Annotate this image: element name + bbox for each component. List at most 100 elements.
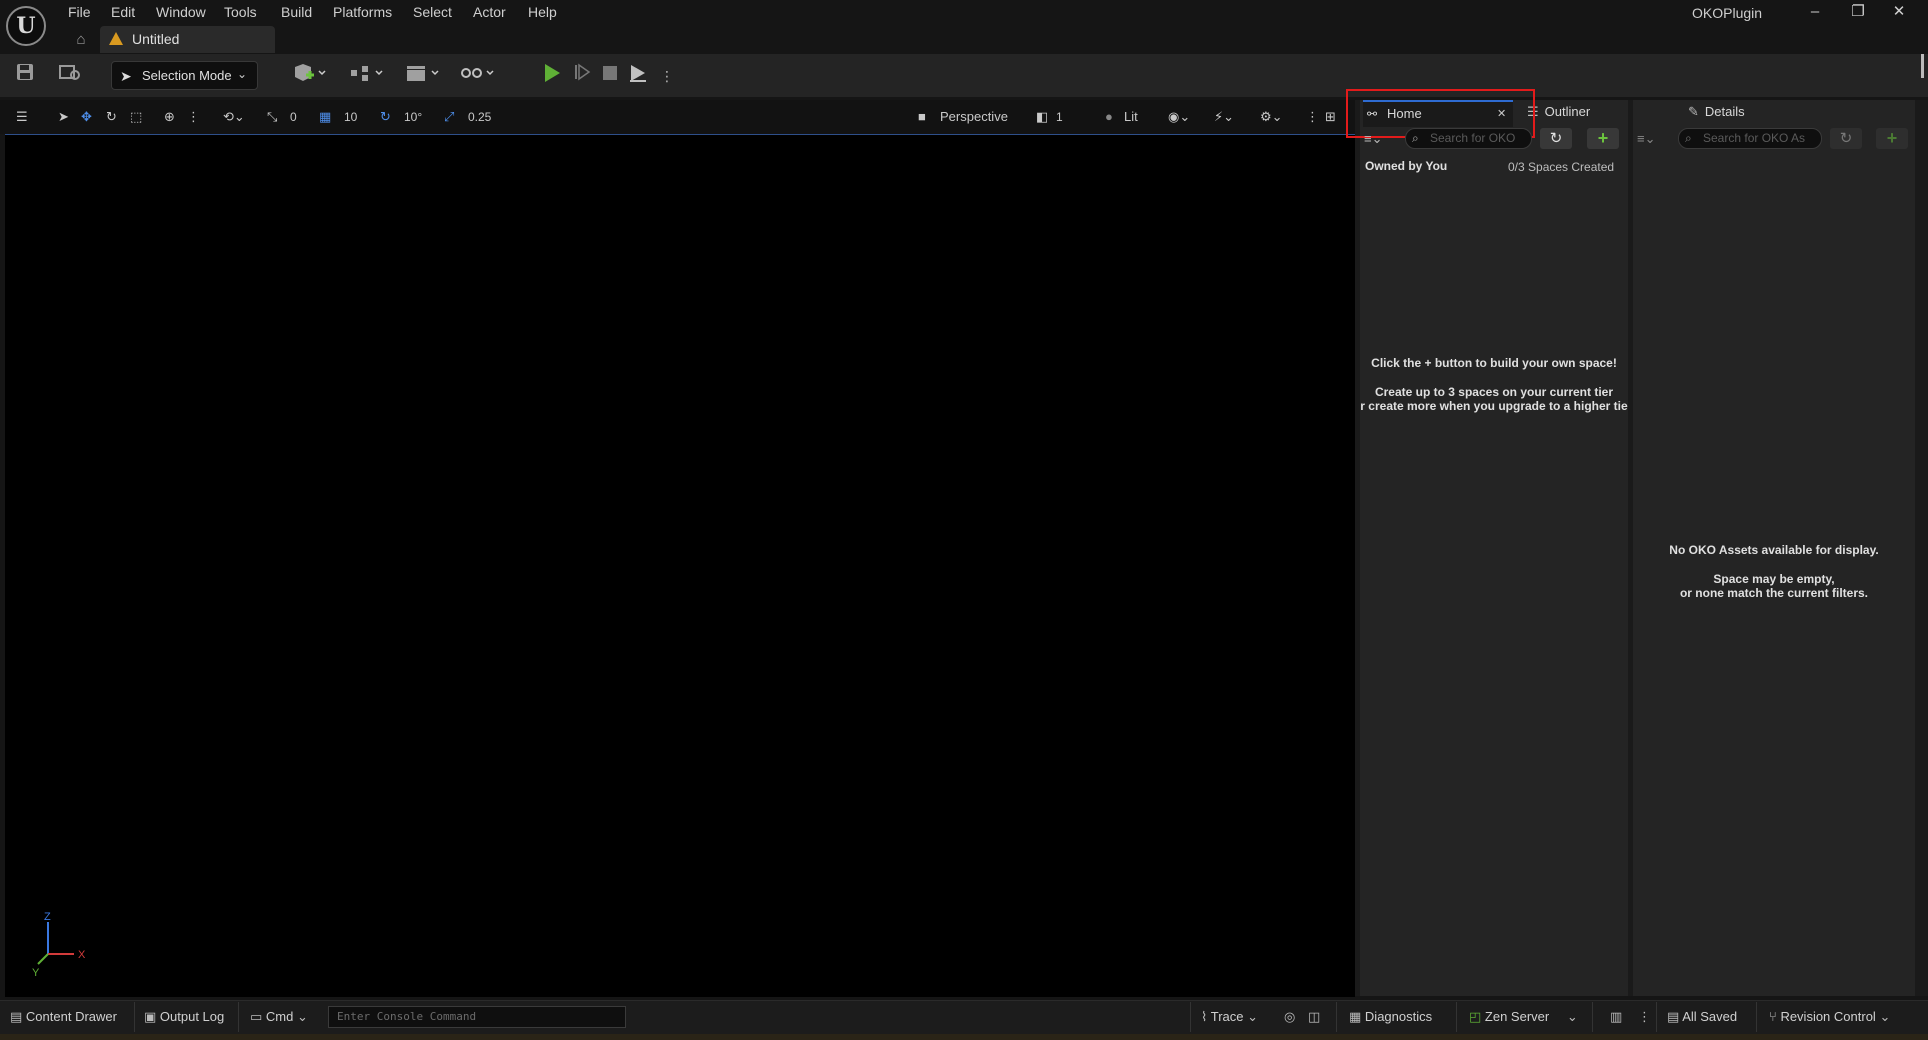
- divider: [1656, 1002, 1657, 1032]
- advance-frame-icon[interactable]: [572, 63, 592, 89]
- console-input[interactable]: Enter Console Command: [328, 1006, 626, 1028]
- blueprint-button[interactable]: [347, 63, 387, 89]
- grid-snap-value[interactable]: 10: [344, 100, 357, 134]
- transform-options-icon[interactable]: ⋮: [187, 100, 200, 134]
- scale-snap-value[interactable]: 0.25: [468, 100, 491, 134]
- divider: [1190, 1002, 1191, 1032]
- filter-icon[interactable]: ≡⌄: [1364, 128, 1396, 149]
- zen-server-dropdown[interactable]: ◰ Zen Server ⌄: [1469, 1000, 1578, 1034]
- cmd-dropdown[interactable]: ▭ Cmd ⌄: [250, 1000, 308, 1034]
- cinematics-button[interactable]: [403, 63, 443, 89]
- viewport-menu-icon[interactable]: ☰: [16, 100, 46, 134]
- camera-speed-icon[interactable]: ◧: [1036, 100, 1052, 134]
- details-search-input[interactable]: ⌕ Search for OKO As: [1678, 128, 1822, 149]
- home-icon[interactable]: ⌂: [72, 31, 90, 49]
- tab-outliner[interactable]: ☰ Outliner: [1527, 100, 1590, 124]
- tab-details[interactable]: ✎ Details: [1688, 100, 1745, 124]
- oko-plugin-button[interactable]: [458, 63, 498, 89]
- rotate-tool-icon[interactable]: ↻: [106, 100, 122, 134]
- menu-actor[interactable]: Actor: [473, 3, 506, 21]
- play-icon[interactable]: [545, 64, 560, 82]
- home-search-input[interactable]: ⌕ Search for OKO: [1405, 128, 1532, 149]
- eject-icon[interactable]: [627, 63, 649, 89]
- source-control-icon[interactable]: ▥: [1610, 1000, 1624, 1034]
- warning-icon: [109, 32, 123, 45]
- close-window-icon[interactable]: ✕: [1887, 2, 1911, 22]
- menu-platforms[interactable]: Platforms: [333, 3, 392, 21]
- view-mode-perspective[interactable]: Perspective: [940, 100, 1008, 134]
- axis-gizmo: Z X Y: [32, 912, 86, 978]
- world-space-icon[interactable]: ⊕: [164, 100, 178, 134]
- translate-snap-value[interactable]: 0: [290, 100, 297, 134]
- camera-speed-value[interactable]: 1: [1056, 100, 1063, 134]
- pencil-icon: ✎: [1688, 104, 1699, 119]
- performance-icon[interactable]: ⚡⌄: [1214, 100, 1244, 134]
- stop-icon[interactable]: [600, 63, 620, 89]
- home-search-placeholder: Search for OKO: [1430, 131, 1516, 145]
- save-icon[interactable]: [14, 63, 36, 89]
- diagnostics-icon: ▦: [1349, 1009, 1362, 1024]
- chevron-down-icon: ⌄: [236, 67, 247, 81]
- translate-tool-icon[interactable]: ✥: [81, 100, 97, 134]
- level-viewport[interactable]: [5, 134, 1355, 997]
- menu-help[interactable]: Help: [528, 3, 557, 21]
- details-search-icon: ⌕: [1685, 131, 1692, 145]
- details-empty-message: No OKO Assets available for display. Spa…: [1633, 543, 1915, 600]
- lighting-mode[interactable]: Lit: [1124, 100, 1138, 134]
- scale-snap-icon[interactable]: ⤢: [444, 100, 460, 134]
- scale-tool-icon[interactable]: ⬚: [130, 100, 146, 134]
- selection-mode-dropdown[interactable]: ➤ Selection Mode ⌄: [111, 61, 258, 90]
- divider: [238, 1002, 239, 1032]
- unreal-logo-icon[interactable]: U: [6, 6, 46, 46]
- details-add-button[interactable]: +: [1876, 128, 1908, 149]
- menu-edit[interactable]: Edit: [111, 3, 135, 21]
- viewport-options-icon[interactable]: ⋮: [1306, 100, 1319, 134]
- refresh-button[interactable]: ↻: [1540, 128, 1572, 149]
- translate-snap-icon[interactable]: ⤡: [267, 100, 285, 134]
- details-refresh-button[interactable]: ↻: [1830, 128, 1862, 149]
- home-message-line2: Create up to 3 spaces on your current ti…: [1374, 385, 1614, 399]
- rotate-snap-icon[interactable]: ↻: [380, 100, 396, 134]
- trace-dropdown[interactable]: ⌇ Trace ⌄: [1201, 1000, 1258, 1034]
- status-options-icon[interactable]: ⋮: [1638, 1000, 1651, 1034]
- all-saved-label: All Saved: [1682, 1009, 1738, 1024]
- add-actor-button[interactable]: [290, 63, 330, 89]
- grid-snap-icon[interactable]: ▦: [319, 100, 335, 134]
- surface-snap-icon[interactable]: ⟲⌄: [223, 100, 253, 134]
- menu-build[interactable]: Build: [281, 3, 312, 21]
- owned-by-you-label: Owned by You: [1365, 159, 1448, 173]
- cmd-label: Cmd: [265, 1009, 294, 1024]
- all-saved-button[interactable]: ▤ All Saved: [1667, 1000, 1737, 1034]
- diagnostics-button[interactable]: ▦ Diagnostics: [1349, 1000, 1432, 1034]
- details-filter-icon[interactable]: ≡⌄: [1637, 128, 1669, 149]
- layout-icon[interactable]: ⊞: [1325, 100, 1341, 134]
- axis-y-label: Y: [32, 967, 40, 978]
- revision-control-dropdown[interactable]: ⑂ Revision Control ⌄: [1769, 1000, 1890, 1034]
- menu-window[interactable]: Window: [156, 3, 206, 21]
- menu-file[interactable]: File: [68, 3, 91, 21]
- settings-icon[interactable]: ⚙⌄: [1260, 100, 1290, 134]
- menu-tools[interactable]: Tools: [224, 3, 257, 21]
- chevron-down-icon: ⌄: [1879, 1009, 1891, 1024]
- scroll-handle[interactable]: [1921, 54, 1924, 78]
- document-tab[interactable]: Untitled: [100, 26, 275, 53]
- browse-content-icon[interactable]: [58, 63, 82, 89]
- zen-server-icon: ◰: [1469, 1009, 1482, 1024]
- menu-select[interactable]: Select: [413, 3, 452, 21]
- details-message-line1: No OKO Assets available for display.: [1669, 543, 1879, 557]
- content-drawer-button[interactable]: ▤ Content Drawer: [10, 1000, 117, 1034]
- divider: [134, 1002, 135, 1032]
- restore-icon[interactable]: ❐: [1846, 2, 1870, 22]
- folder-icon: ▤: [10, 1009, 23, 1024]
- rotate-snap-value[interactable]: 10°: [404, 100, 422, 134]
- add-space-button[interactable]: +: [1587, 128, 1619, 149]
- screenshot-icon[interactable]: ◫: [1308, 1000, 1324, 1034]
- camera-icon: ■: [918, 109, 926, 124]
- select-tool-icon[interactable]: ➤: [58, 100, 72, 134]
- play-options-icon[interactable]: ⋮: [660, 63, 674, 89]
- project-name: OKOPlugin: [1692, 5, 1763, 21]
- record-icon[interactable]: ◎: [1284, 1000, 1300, 1034]
- output-log-button[interactable]: ▣ Output Log: [144, 1000, 224, 1034]
- show-flags-icon[interactable]: ◉⌄: [1168, 100, 1198, 134]
- minimize-icon[interactable]: –: [1803, 2, 1827, 22]
